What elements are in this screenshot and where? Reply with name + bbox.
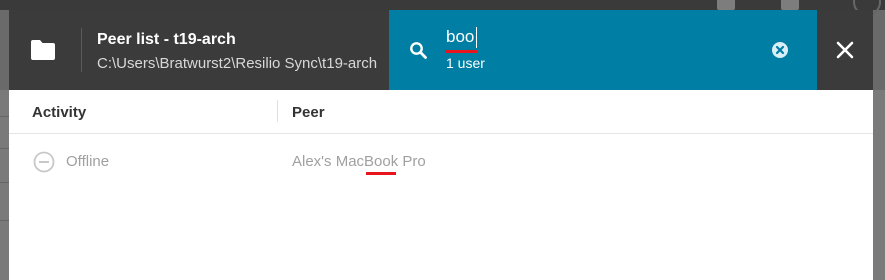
column-separator[interactable]: [277, 100, 278, 122]
background-left-panel: [0, 90, 9, 280]
close-button[interactable]: [817, 10, 873, 90]
peer-list-dialog: Peer list - t19-arch C:\Users\Bratwurst2…: [9, 10, 873, 280]
header-divider: [81, 28, 82, 72]
match-underline: [366, 172, 396, 175]
background-toolbar-icons: [705, 0, 885, 16]
table-row[interactable]: Offline Alex's MacBook Pro: [9, 134, 873, 190]
search-icon: [410, 42, 427, 59]
clear-search-icon[interactable]: [771, 41, 789, 59]
folder-path: C:\Users\Bratwurst2\Resilio Sync\t19-arc…: [97, 55, 378, 72]
column-header-activity[interactable]: Activity: [32, 104, 86, 121]
close-icon: [836, 41, 854, 59]
peer-name: Alex's MacBook Pro: [292, 153, 426, 170]
background-toolbar-icon: [781, 0, 799, 10]
table-header: Activity Peer: [9, 90, 873, 134]
dialog-header: Peer list - t19-arch C:\Users\Bratwurst2…: [9, 10, 873, 90]
search-input[interactable]: [446, 25, 706, 49]
dialog-title: Peer list - t19-arch: [97, 31, 236, 48]
background-right-panel: [873, 90, 885, 280]
text-caret: [476, 27, 477, 48]
search-result-count: 1 user: [446, 55, 485, 71]
background-toolbar-icon: [717, 0, 735, 10]
activity-status: Offline: [66, 153, 110, 170]
offline-status-icon: [33, 151, 55, 173]
search-term-underline: [445, 50, 477, 53]
search-panel: 1 user: [389, 10, 817, 90]
column-header-peer[interactable]: Peer: [292, 104, 325, 121]
folder-icon: [31, 40, 55, 60]
